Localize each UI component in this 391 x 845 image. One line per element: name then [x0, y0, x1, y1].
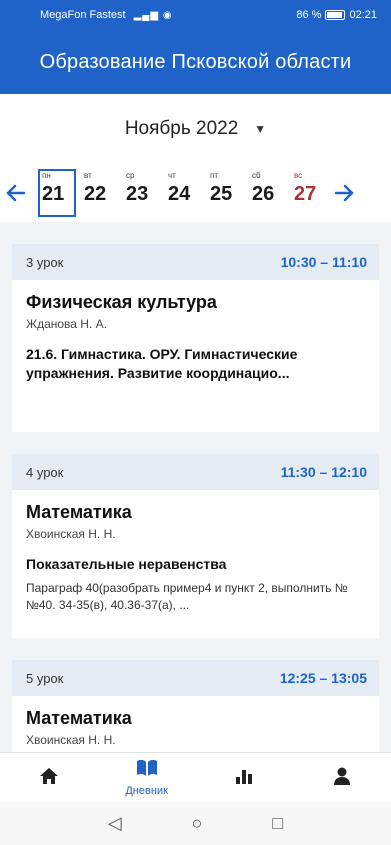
home-icon [39, 766, 59, 790]
lesson-topic: 21.6. Гимнастика. ОРУ. Гимнастические уп… [26, 346, 298, 381]
lesson-header: 4 урок 11:30 – 12:10 [12, 454, 379, 490]
day-monday[interactable]: ПН 21 [38, 169, 76, 217]
lesson-subject: Физическая культура [26, 292, 217, 312]
stats-icon [234, 766, 254, 790]
app-bar: Образование Псковской области [0, 30, 391, 94]
lesson-topic: Показательные неравенства [26, 556, 227, 572]
day-number: 25 [210, 183, 233, 205]
nav-diary[interactable]: Дневник [98, 753, 196, 802]
day-of-week: ПТ [210, 171, 218, 180]
app-title: Образование Псковской области [39, 50, 352, 73]
lesson-body: Физическая культура Жданова Н. А. 21.6. … [12, 280, 379, 432]
day-number: 26 [252, 183, 275, 205]
lesson-body: Математика Хвоинская Н. Н. [12, 696, 379, 752]
day-tuesday[interactable]: ВТ 22 [80, 169, 118, 217]
arrow-left-icon[interactable] [0, 173, 32, 213]
lesson-teacher: Жданова Н. А. [26, 317, 107, 331]
day-of-week: ПН [42, 171, 51, 180]
lesson-subject: Математика [26, 502, 132, 522]
day-number: 24 [168, 183, 191, 205]
recents-icon[interactable]: □ [272, 813, 283, 834]
arrow-right-icon[interactable] [328, 173, 360, 213]
nav-profile[interactable] [293, 753, 391, 802]
month-label[interactable]: Ноябрь 2022 [125, 118, 238, 140]
week-strip: ПН 21 ВТ 22 СР 23 ЧТ 24 ПТ 25 СБ 26 ВС 2… [0, 164, 391, 222]
day-of-week: СБ [252, 171, 261, 180]
status-bar: MegaFon Fastest ▂▄▆ ◉ 86 % 02:21 [0, 0, 391, 30]
nav-home[interactable] [0, 753, 98, 802]
lesson-card[interactable]: 4 урок 11:30 – 12:10 Математика Хвоинска… [12, 454, 379, 638]
day-of-week: ВТ [84, 171, 92, 180]
lesson-teacher: Хвоинская Н. Н. [26, 527, 116, 541]
bottom-nav: Дневник [0, 752, 391, 802]
day-saturday[interactable]: СБ 26 [248, 169, 286, 217]
caret-down-icon[interactable]: ▼ [254, 122, 266, 136]
day-number: 27 [294, 183, 317, 205]
day-list: ПН 21 ВТ 22 СР 23 ЧТ 24 ПТ 25 СБ 26 ВС 2… [38, 169, 328, 217]
home-circle-icon[interactable]: ○ [192, 813, 203, 834]
day-of-week: СР [126, 171, 135, 180]
day-number: 22 [84, 183, 107, 205]
lesson-teacher: Хвоинская Н. Н. [26, 733, 116, 747]
day-friday[interactable]: ПТ 25 [206, 169, 244, 217]
lesson-list[interactable]: 3 урок 10:30 – 11:10 Физическая культура… [0, 222, 391, 752]
lesson-number: 3 урок [26, 254, 64, 270]
battery-icon [325, 10, 346, 20]
diary-icon [136, 758, 158, 782]
battery-percent: 86 % [296, 9, 322, 21]
lesson-header: 3 урок 10:30 – 11:10 [12, 244, 379, 280]
day-number: 21 [42, 183, 65, 205]
status-right: 86 % 02:21 [296, 9, 377, 21]
lesson-number: 4 урок [26, 464, 64, 480]
month-selector[interactable]: Ноябрь 2022 ▼ [0, 94, 391, 164]
clock: 02:21 [349, 9, 377, 21]
profile-icon [332, 766, 352, 790]
nav-diary-label: Дневник [125, 785, 168, 797]
lesson-header: 5 урок 12:25 – 13:05 [12, 660, 379, 696]
lesson-time: 10:30 – 11:10 [280, 254, 367, 270]
lesson-time: 11:30 – 12:10 [280, 464, 367, 480]
day-sunday[interactable]: ВС 27 [290, 169, 328, 217]
lesson-body: Математика Хвоинская Н. Н. Показательные… [12, 490, 379, 638]
lesson-time: 12:25 – 13:05 [279, 670, 367, 686]
lesson-number: 5 урок [26, 670, 64, 686]
carrier-name: MegaFon Fastest [40, 9, 126, 21]
lesson-subject: Математика [26, 708, 132, 728]
day-of-week: ВС [294, 171, 303, 180]
lesson-homework: Параграф 40(разобрать пример4 и пункт 2,… [26, 580, 348, 613]
nav-stats[interactable] [196, 753, 294, 802]
day-wednesday[interactable]: СР 23 [122, 169, 160, 217]
day-thursday[interactable]: ЧТ 24 [164, 169, 202, 217]
back-icon[interactable]: ◁ [108, 813, 122, 834]
day-of-week: ЧТ [168, 171, 176, 180]
day-number: 23 [126, 183, 149, 205]
system-nav-bar: ◁ ○ □ [0, 802, 391, 845]
lesson-card[interactable]: 3 урок 10:30 – 11:10 Физическая культура… [12, 244, 379, 432]
lesson-card[interactable]: 5 урок 12:25 – 13:05 Математика Хвоинска… [12, 660, 379, 752]
signal-icon: ▂▄▆ ◉ [133, 9, 173, 21]
